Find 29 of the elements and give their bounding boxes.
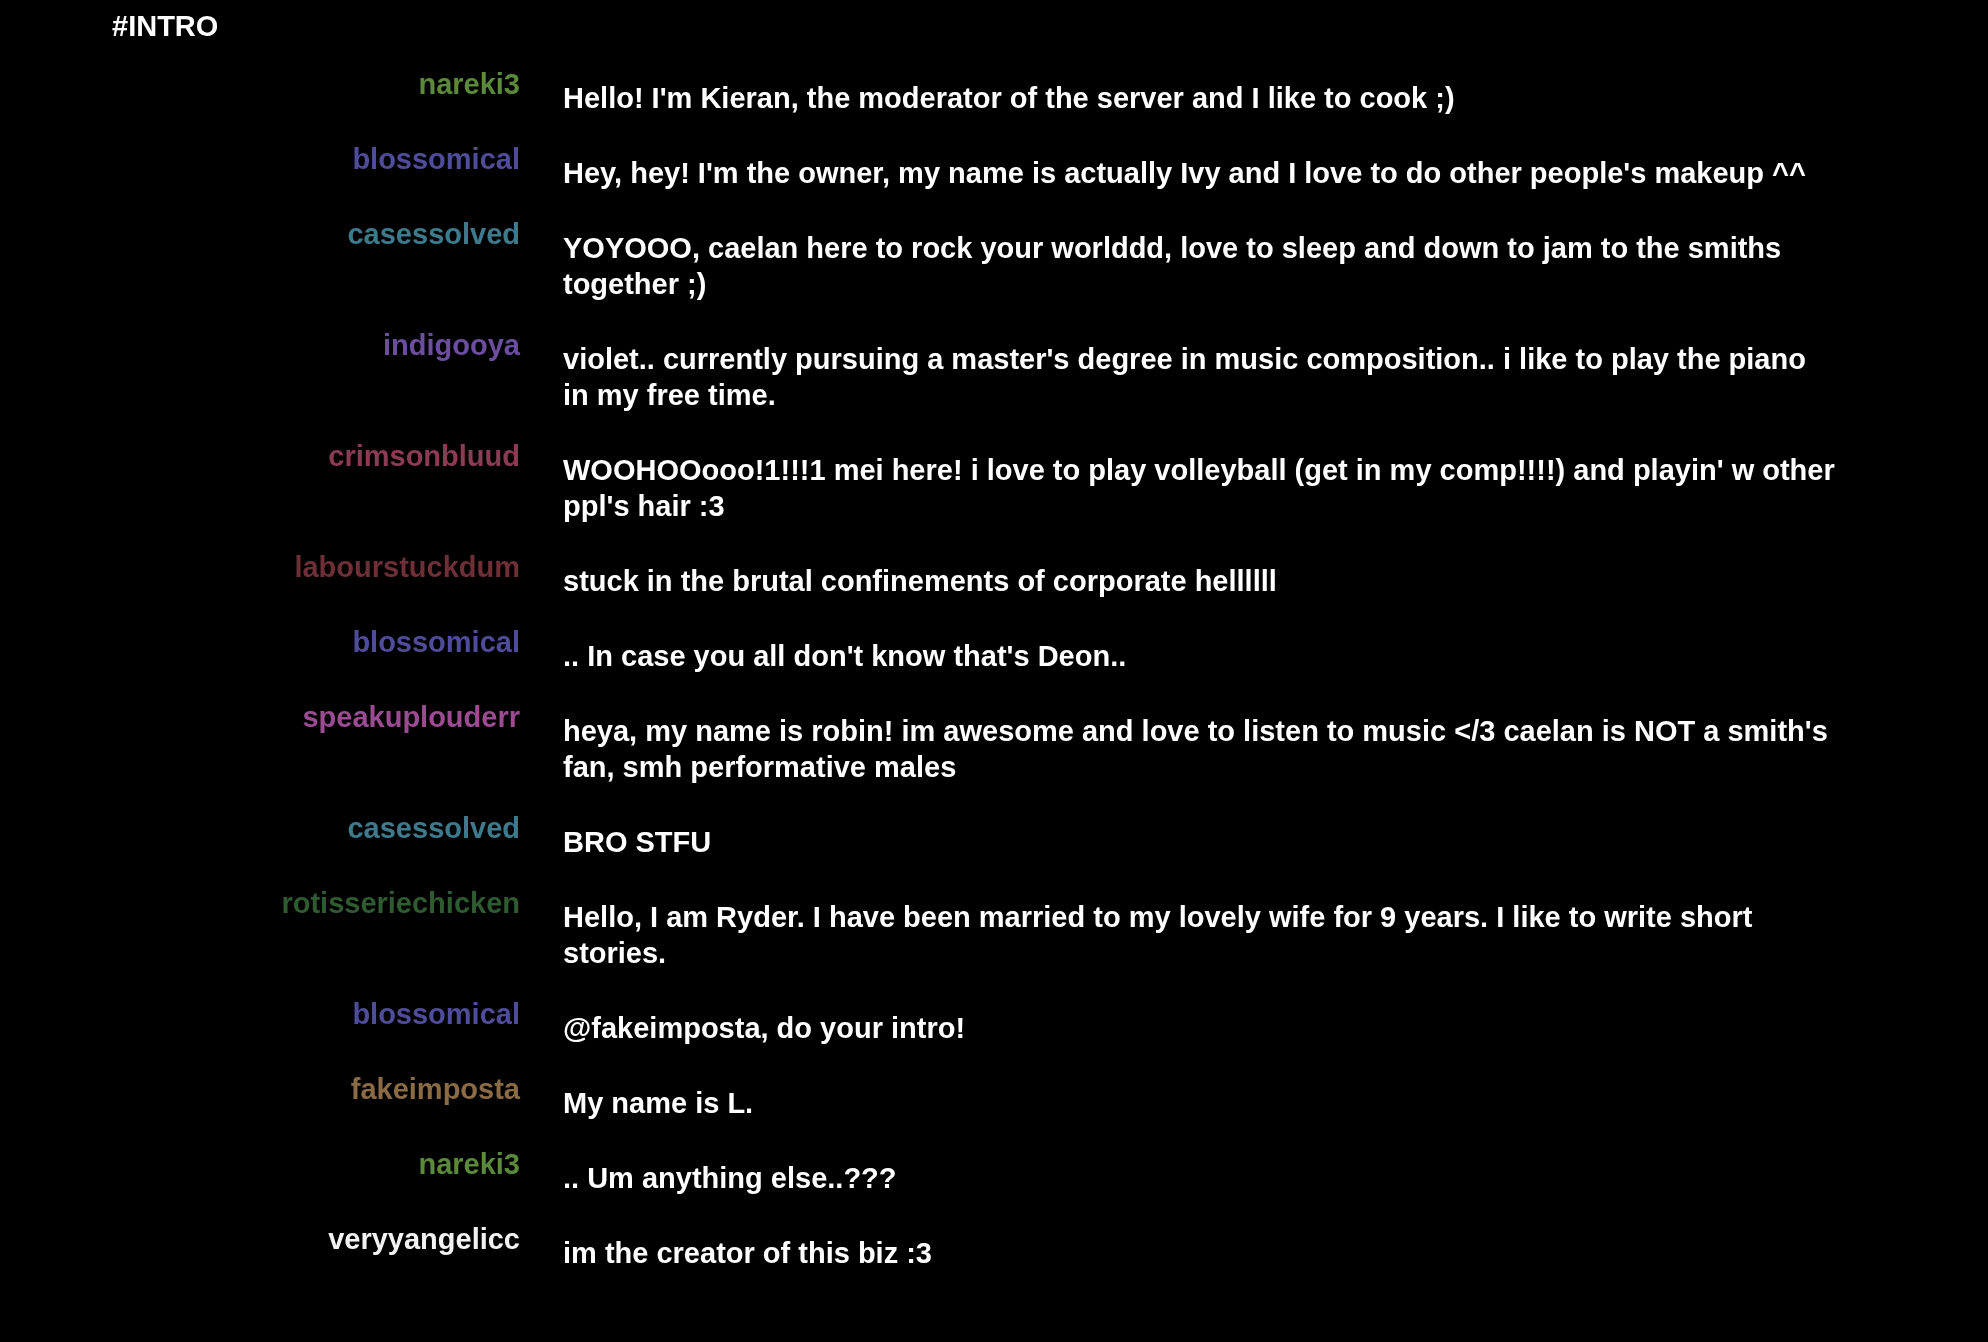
username: fakeimposta — [350, 1072, 520, 1107]
message-text: BRO STFU — [563, 825, 712, 860]
message-text: My name is L. — [563, 1086, 754, 1121]
username: nareki3 — [418, 67, 520, 102]
username: indigooya — [383, 328, 520, 363]
message-text: Hello! I'm Kieran, the moderator of the server and I like to cook ;) — [563, 81, 1455, 116]
username: crimsonbluud — [328, 439, 520, 474]
username: blossomical — [352, 142, 520, 177]
username: casessolved — [347, 217, 520, 252]
username: veryyangelicc — [328, 1222, 520, 1257]
message-text: heya, my name is robin! im awesome and love to listen to music </3 caelan is NOT a smith's fan, smh performative males — [563, 714, 1829, 785]
message-text: .. In case you all don't know that's Deon.. — [563, 639, 1127, 674]
message-text: Hey, hey! I'm the owner, my name is actually Ivy and I love to do other people's makeup ^^ — [563, 156, 1806, 191]
message-text: @fakeimposta, do your intro! — [563, 1011, 966, 1046]
username: casessolved — [347, 811, 520, 846]
username: labourstuckdum — [294, 550, 520, 585]
message-text: violet.. currently pursuing a master's degree in music composition.. i like to play the piano in my free time. — [563, 342, 1807, 413]
message-text: stuck in the brutal confinements of corporate hellllll — [563, 564, 1277, 599]
message-text: WOOHOOooo!1!!!1 mei here! i love to play volleyball (get in my comp!!!!) and playin' w other ppl's hair :3 — [563, 453, 1835, 524]
username: rotisseriechicken — [281, 886, 520, 921]
username: blossomical — [352, 997, 520, 1032]
username: blossomical — [352, 625, 520, 660]
message-text: Hello, I am Ryder. I have been married to my lovely wife for 9 years. I like to write short stories. — [563, 900, 1754, 971]
message-text: YOYOOO, caelan here to rock your worlddd, love to sleep and down to jam to the smiths together ;) — [563, 231, 1783, 302]
message-text: im the creator of this biz :3 — [563, 1236, 932, 1271]
username: speakuplouderr — [302, 700, 520, 735]
channel-title: #INTRO — [112, 9, 219, 44]
username: nareki3 — [418, 1147, 520, 1182]
message-text: .. Um anything else..??? — [563, 1161, 897, 1196]
